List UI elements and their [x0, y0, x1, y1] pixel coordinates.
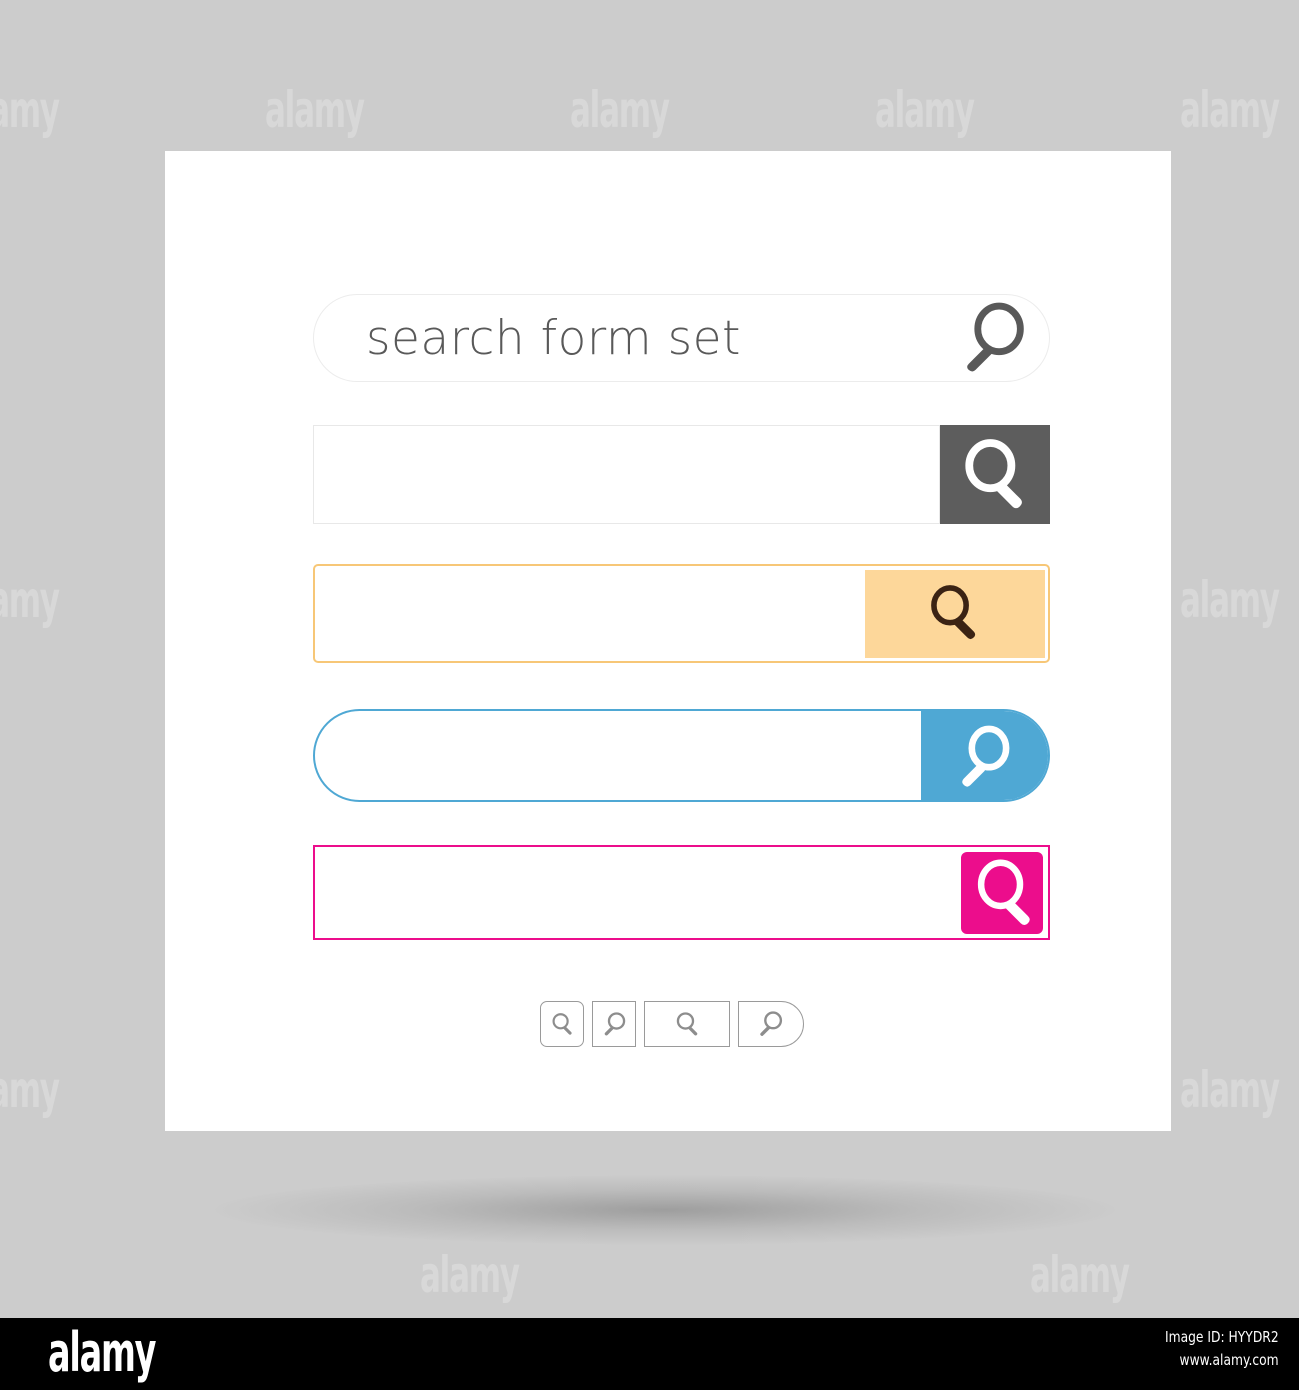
- watermark-text: alamy: [1180, 81, 1280, 139]
- watermark-text: alamy: [265, 81, 365, 139]
- search-icon-button-pill[interactable]: [738, 1001, 804, 1047]
- watermark-text: alamy: [0, 1061, 60, 1119]
- watermark-text: alamy: [1030, 1246, 1130, 1304]
- search-icon: [760, 1011, 783, 1036]
- search-icon-button-rounded[interactable]: [540, 1001, 584, 1047]
- search-form-orange[interactable]: [313, 564, 1050, 663]
- search-form-blue[interactable]: [313, 709, 1050, 802]
- search-icon: [977, 859, 1030, 925]
- card-drop-shadow: [215, 1175, 1115, 1245]
- search-button-pill-text[interactable]: [937, 294, 1049, 382]
- search-input-placeholder[interactable]: search form set: [314, 311, 937, 366]
- search-form-card: search form set: [165, 151, 1171, 1131]
- search-icon: [931, 584, 976, 639]
- search-button-grey[interactable]: [940, 425, 1050, 524]
- search-icon-button-square[interactable]: [592, 1001, 636, 1047]
- search-button-orange[interactable]: [865, 569, 1045, 658]
- watermark-text: alamy: [875, 81, 975, 139]
- search-icon: [676, 1011, 697, 1036]
- search-icon: [961, 725, 1009, 787]
- watermark-text: alamy: [0, 81, 60, 139]
- footer-meta: Image ID: HYYDR2 www.alamy.com: [1165, 1326, 1279, 1373]
- search-icon: [604, 1011, 625, 1036]
- watermark-text: alamy: [570, 81, 670, 139]
- icon-button-strip: [540, 1000, 804, 1048]
- search-button-pink[interactable]: [961, 851, 1043, 934]
- search-input-grey[interactable]: [313, 425, 941, 524]
- watermark-text: alamy: [1180, 571, 1280, 629]
- search-form-pill-text[interactable]: search form set: [313, 294, 1050, 382]
- search-icon: [967, 302, 1024, 372]
- website-text: www.alamy.com: [1179, 1351, 1279, 1370]
- image-id-text: Image ID: HYYDR2: [1165, 1328, 1279, 1346]
- search-button-blue[interactable]: [921, 711, 1048, 800]
- alamy-logo: alamy: [48, 1321, 156, 1384]
- search-icon: [552, 1012, 572, 1035]
- search-form-grey[interactable]: [313, 425, 1050, 524]
- watermark-text: alamy: [0, 571, 60, 629]
- search-form-pink[interactable]: [313, 845, 1050, 940]
- stage-background: alamy alamy alamy alamy alamy alamy alam…: [0, 0, 1299, 1318]
- watermark-text: alamy: [420, 1246, 520, 1304]
- search-icon-button-wide[interactable]: [644, 1001, 730, 1047]
- watermark-text: alamy: [1180, 1061, 1280, 1119]
- search-icon: [965, 438, 1022, 508]
- footer-bar: alamy Image ID: HYYDR2 www.alamy.com: [0, 1318, 1299, 1390]
